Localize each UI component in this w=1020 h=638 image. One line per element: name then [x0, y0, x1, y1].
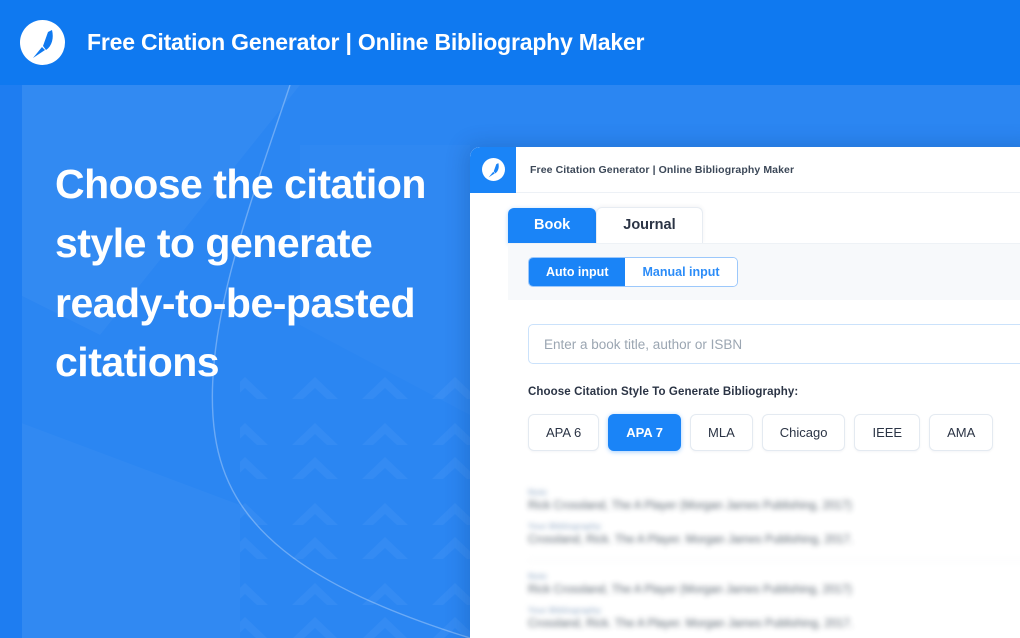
- result-note-text: Rick Crossland, The A Player (Morgan Jam…: [528, 584, 852, 596]
- tab-book[interactable]: Book: [508, 208, 597, 243]
- search-input[interactable]: [528, 324, 1020, 364]
- style-btn-ieee[interactable]: IEEE: [854, 414, 921, 451]
- quill-pen-circle-icon: [481, 158, 505, 181]
- input-mode-strip: Auto input Manual input: [508, 242, 1020, 300]
- tab-journal[interactable]: Journal: [596, 207, 703, 243]
- result-note-label: Note: [528, 487, 547, 497]
- result-bibliography-label: Your Bibliography: [528, 605, 602, 615]
- quill-pen-circle-icon: [20, 20, 65, 65]
- card-body: Book Journal Auto input Manual input Cho…: [470, 193, 1020, 638]
- seg-auto-input[interactable]: Auto input: [529, 257, 626, 286]
- top-header-bar: Free Citation Generator | Online Bibliog…: [0, 0, 1020, 85]
- result-item[interactable]: Note Rick Crossland, The A Player (Morga…: [528, 477, 1020, 560]
- left-edge-stripe: [0, 85, 22, 638]
- seg-manual-input[interactable]: Manual input: [625, 257, 737, 286]
- result-item[interactable]: Note Rick Crossland, The A Player (Morga…: [528, 560, 1020, 638]
- card-header: Free Citation Generator | Online Bibliog…: [470, 147, 1020, 193]
- style-btn-chicago[interactable]: Chicago: [761, 414, 846, 451]
- page-root: Free Citation Generator | Online Bibliog…: [0, 0, 1020, 638]
- style-btn-apa-7[interactable]: APA 7: [608, 414, 682, 451]
- citation-style-row: APA 6 APA 7 MLA Chicago IEEE AMA: [528, 398, 1020, 451]
- style-btn-ama[interactable]: AMA: [929, 414, 994, 451]
- app-preview-card: Free Citation Generator | Online Bibliog…: [470, 147, 1020, 638]
- citation-style-label: Choose Citation Style To Generate Biblio…: [528, 386, 799, 398]
- hero-panel: Choose the citation style to generate re…: [0, 85, 470, 638]
- results-list: Note Rick Crossland, The A Player (Morga…: [528, 451, 1020, 638]
- result-bibliography-text: Crossland, Rick. The A Player. Morgan Ja…: [528, 618, 854, 630]
- card-title: Free Citation Generator | Online Bibliog…: [530, 163, 795, 176]
- hero-headline: Choose the citation style to generate re…: [55, 161, 426, 386]
- result-note-label: Note: [528, 571, 547, 581]
- input-mode-segmented-control: Auto input Manual input: [528, 256, 738, 287]
- result-bibliography-label: Your Bibliography: [528, 521, 602, 531]
- style-btn-apa-6[interactable]: APA 6: [528, 414, 600, 451]
- card-logo-badge: [470, 147, 516, 193]
- style-btn-mla[interactable]: MLA: [690, 414, 753, 451]
- result-note-text: Rick Crossland, The A Player (Morgan Jam…: [528, 500, 852, 512]
- source-type-tabs: Book Journal: [508, 193, 1020, 243]
- result-bibliography-text: Crossland, Rick. The A Player. Morgan Ja…: [528, 534, 854, 546]
- app-title: Free Citation Generator | Online Bibliog…: [87, 29, 645, 55]
- search-field-wrapper: [508, 300, 1020, 364]
